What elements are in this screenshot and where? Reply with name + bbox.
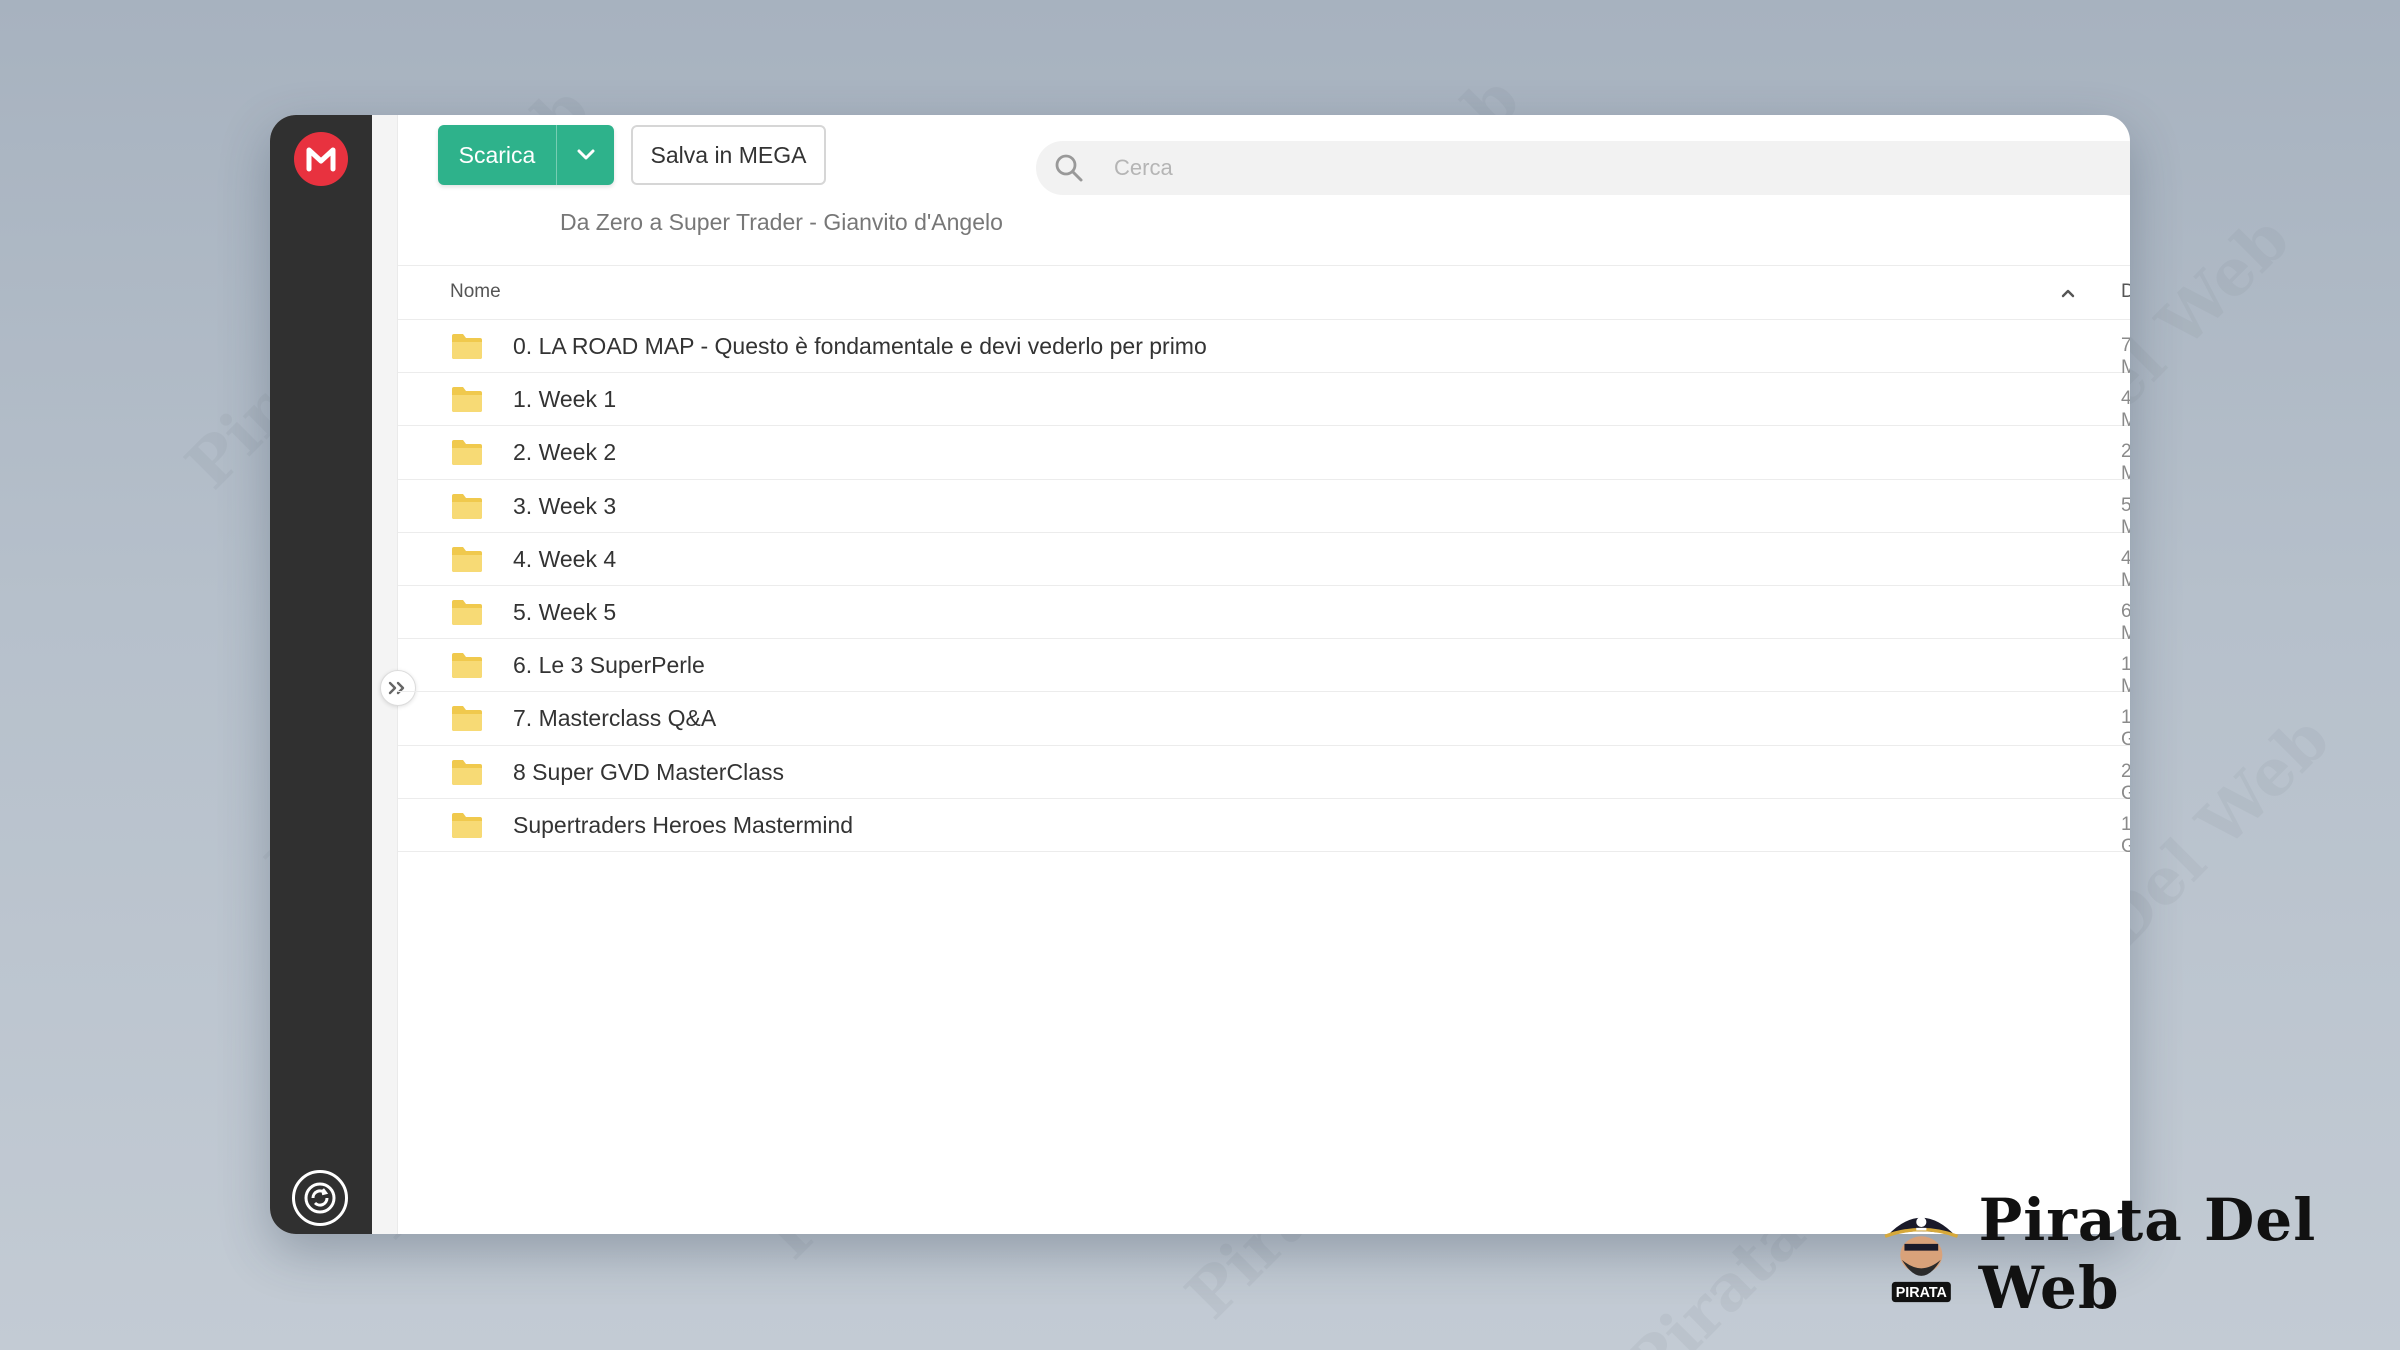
breadcrumb[interactable]: Da Zero a Super Trader - Gianvito d'Ange… <box>560 209 1003 236</box>
folder-icon <box>451 758 483 791</box>
chevron-down-icon[interactable] <box>557 149 614 161</box>
save-to-mega-button[interactable]: Salva in MEGA <box>631 125 826 185</box>
table-row[interactable]: 7. Masterclass Q&A18,94 GBCartella <box>398 692 2130 750</box>
file-table: Nome Dimensione Tipo 0. LA ROAD MAP - Qu… <box>398 265 2130 857</box>
folder-icon <box>451 651 483 684</box>
search-input[interactable]: Cerca <box>1114 155 1173 181</box>
toolbar: Scarica Salva in MEGA Cerca <box>438 125 2130 195</box>
column-header-size[interactable]: Dimensione <box>2121 281 2130 303</box>
table-row[interactable]: 0. LA ROAD MAP - Questo è fondamentale e… <box>398 320 2130 378</box>
table-row[interactable]: 8 Super GVD MasterClass2,07 GBCartella <box>398 746 2130 804</box>
table-row[interactable]: Supertraders Heroes Mastermind17,71 GBCa… <box>398 799 2130 857</box>
folder-icon <box>451 598 483 631</box>
folder-name[interactable]: 5. Week 5 <box>513 599 616 626</box>
table-body: 0. LA ROAD MAP - Questo è fondamentale e… <box>398 320 2130 857</box>
folder-icon <box>451 704 483 737</box>
folder-icon <box>451 811 483 844</box>
column-header-name[interactable]: Nome <box>450 281 501 303</box>
table-header: Nome Dimensione Tipo <box>398 265 2130 320</box>
folder-icon <box>451 385 483 418</box>
table-row[interactable]: 6. Le 3 SuperPerle125,3 MBCartella <box>398 639 2130 697</box>
table-row[interactable]: 1. Week 1499,2 MBCartella <box>398 373 2130 431</box>
folder-icon <box>451 545 483 578</box>
download-button[interactable]: Scarica <box>438 125 614 185</box>
folder-name[interactable]: 1. Week 1 <box>513 386 616 413</box>
folder-name[interactable]: Supertraders Heroes Mastermind <box>513 812 853 839</box>
left-rail <box>270 115 372 1234</box>
search-icon <box>1036 152 1102 184</box>
folder-name[interactable]: 8 Super GVD MasterClass <box>513 759 784 786</box>
mega-logo-icon[interactable] <box>294 132 348 186</box>
folder-name[interactable]: 0. LA ROAD MAP - Questo è fondamentale e… <box>513 333 1207 360</box>
pirate-logo-icon: PIRATA <box>1884 1216 1959 1303</box>
sort-ascending-icon[interactable] <box>2060 283 2076 305</box>
mega-window: Scarica Salva in MEGA Cerca Da Zero a Su… <box>270 115 2130 1234</box>
folder-name[interactable]: 7. Masterclass Q&A <box>513 705 716 732</box>
folder-name[interactable]: 3. Week 3 <box>513 493 616 520</box>
folder-name[interactable]: 4. Week 4 <box>513 546 616 573</box>
sync-icon[interactable] <box>292 1170 348 1226</box>
table-row[interactable]: 4. Week 4463,7 MBCartella <box>398 533 2130 591</box>
pirata-del-web-brand: PIRATA Pirata Del Web <box>1880 1186 2400 1322</box>
folder-name[interactable]: 2. Week 2 <box>513 439 616 466</box>
folder-icon <box>451 438 483 471</box>
folder-icon <box>451 332 483 365</box>
table-row[interactable]: 3. Week 3532,9 MBCartella <box>398 480 2130 538</box>
brand-name: Pirata Del Web <box>1978 1186 2317 1322</box>
folder-name[interactable]: 6. Le 3 SuperPerle <box>513 652 705 679</box>
table-row[interactable]: 2. Week 2247,2 MBCartella <box>398 426 2130 484</box>
pirate-badge-label: PIRATA <box>1896 1285 1947 1301</box>
table-row[interactable]: 5. Week 5644,6 MBCartella <box>398 586 2130 644</box>
folder-icon <box>451 492 483 525</box>
folder-size: 17,71 GB <box>2121 813 2130 857</box>
search-bar[interactable]: Cerca <box>1036 141 2130 195</box>
download-button-label: Scarica <box>458 141 536 168</box>
